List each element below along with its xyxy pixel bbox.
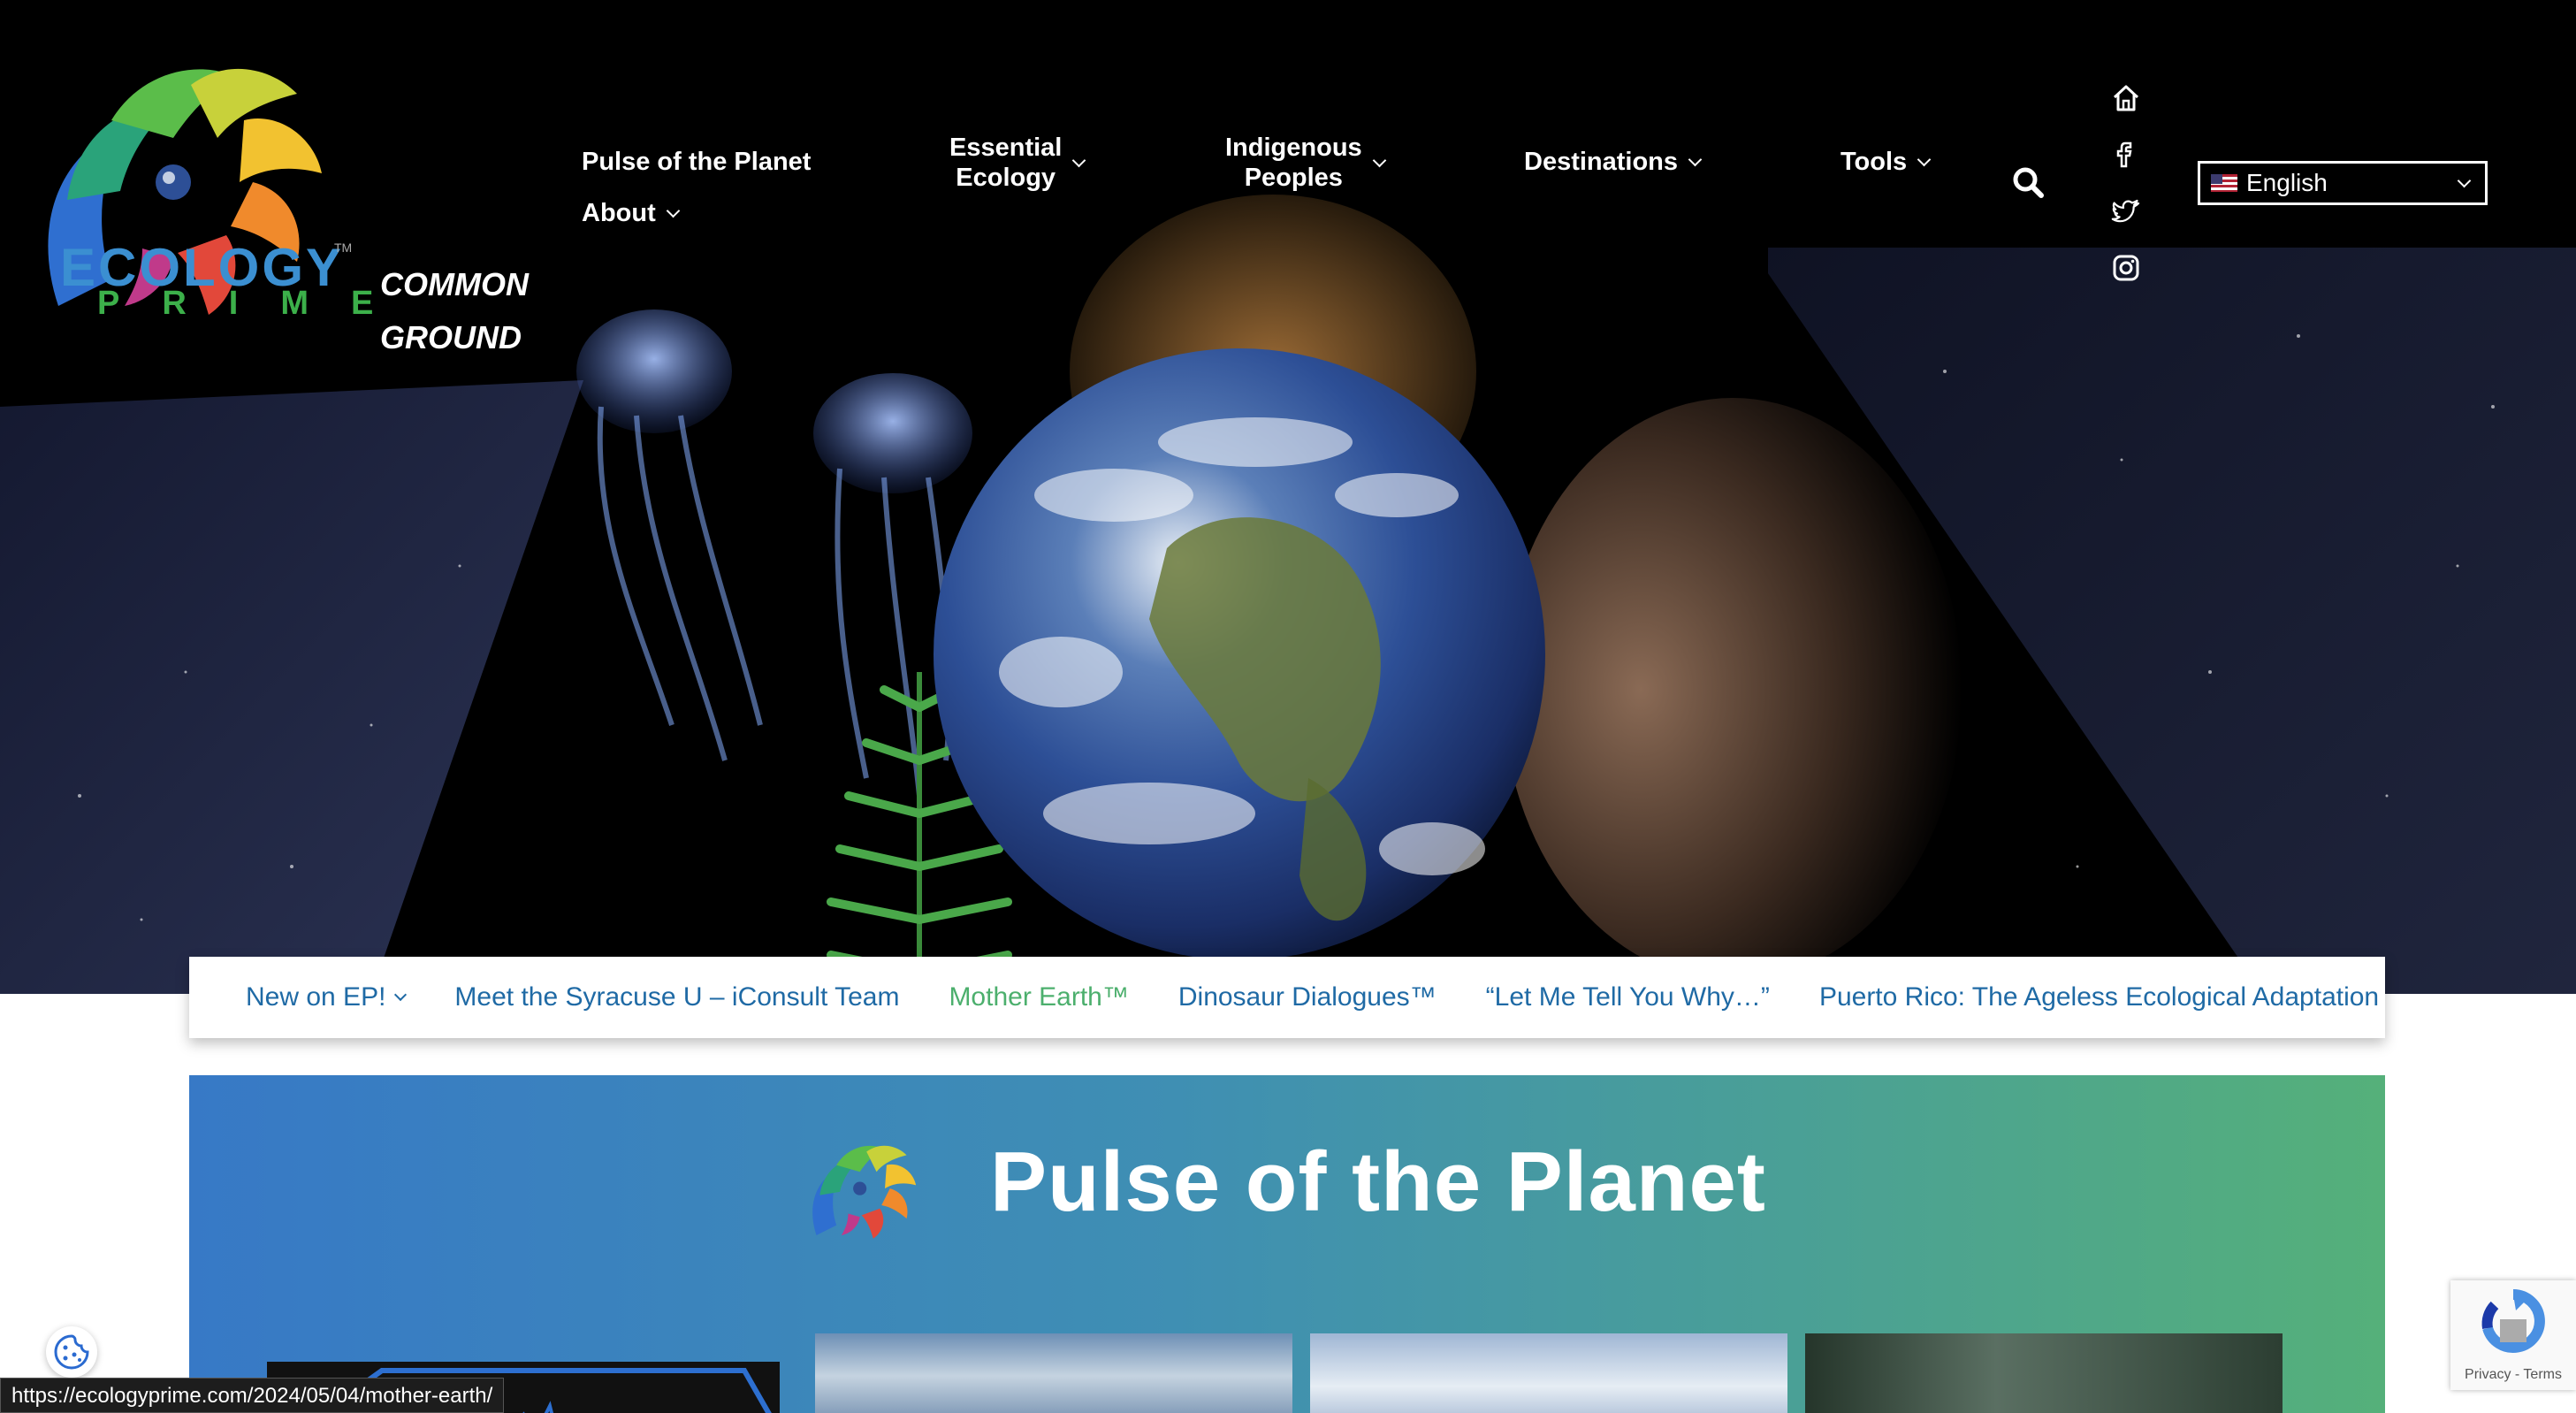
section-title: Pulse of the Planet xyxy=(990,1134,1766,1229)
subnav-label: Mother Earth™ xyxy=(949,982,1129,1012)
chevron-down-icon xyxy=(394,988,408,1002)
trademark-mark: TM xyxy=(334,241,353,255)
subnav-item-syracuse-team[interactable]: Meet the Syracuse U – iConsult Team xyxy=(454,982,899,1012)
us-flag-icon xyxy=(2211,174,2237,192)
chevron-down-icon xyxy=(2457,173,2472,188)
nav-label-line-1: Indigenous xyxy=(1225,134,1362,162)
article-thumbnail-earth[interactable] xyxy=(815,1333,1292,1413)
nav-label: Indigenous Peoples xyxy=(1225,133,1362,193)
chevron-down-icon xyxy=(1372,153,1386,167)
cookie-icon xyxy=(54,1334,89,1370)
twitter-icon[interactable] xyxy=(2111,196,2141,226)
recaptcha-icon xyxy=(2481,1289,2545,1353)
nav-label: Destinations xyxy=(1524,148,1679,176)
subnav-item-mother-earth[interactable]: Mother Earth™ xyxy=(949,982,1128,1012)
cookie-settings-button[interactable] xyxy=(46,1326,97,1378)
tagline-line-1: COMMON xyxy=(380,266,529,302)
chevron-down-icon xyxy=(666,203,681,218)
subnav-label: New on EP! xyxy=(246,982,386,1012)
nav-label: Tools xyxy=(1841,148,1908,176)
ecology-prime-logo-small xyxy=(812,1145,917,1239)
recaptcha-badge[interactable]: Privacy - Terms xyxy=(2450,1280,2576,1390)
nav-tools[interactable]: Tools xyxy=(1841,147,1932,177)
subnav-item-dinosaur-dialogues[interactable]: Dinosaur Dialogues™ xyxy=(1178,982,1437,1012)
chevron-down-icon xyxy=(1917,152,1932,166)
tagline-line-2: GROUND xyxy=(380,319,522,355)
nav-essential-ecology[interactable]: Essential Ecology xyxy=(949,133,1086,193)
chevron-down-icon xyxy=(1688,152,1703,166)
language-selected-label: English xyxy=(2246,169,2328,196)
subnav-item-let-me-tell-you-why[interactable]: “Let Me Tell You Why…” xyxy=(1486,982,1770,1012)
subnav-label: Dinosaur Dialogues™ xyxy=(1177,982,1437,1012)
nav-label-line-2: Ecology xyxy=(956,164,1056,192)
subnav-label: Meet the Syracuse U – iConsult Team xyxy=(454,982,900,1012)
search-icon[interactable] xyxy=(2012,166,2044,198)
status-bar-url: https://ecologyprime.com/2024/05/04/moth… xyxy=(0,1378,505,1413)
nav-pulse-of-the-planet[interactable]: Pulse of the Planet xyxy=(582,147,811,177)
facebook-icon[interactable] xyxy=(2111,140,2141,170)
hero-header: ECOLOGY PRIME TM COMMON GROUND Pulse of … xyxy=(0,0,2576,994)
logo-wordmark-prime: PRIME xyxy=(97,285,416,322)
article-thumbnail-clouds[interactable] xyxy=(1310,1333,1787,1413)
subnav-item-new-on-ep[interactable]: New on EP! xyxy=(246,982,408,1012)
home-icon[interactable] xyxy=(2111,83,2141,113)
subnav-label: Puerto Rico: The Ageless Ecological Adap… xyxy=(1818,982,2380,1012)
page: ECOLOGY PRIME TM COMMON GROUND Pulse of … xyxy=(0,0,2576,1413)
nav-destinations[interactable]: Destinations xyxy=(1524,147,1703,177)
nav-label-line-1: Essential xyxy=(949,134,1063,162)
pulse-of-the-planet-section: Pulse of the Planet xyxy=(189,1075,2385,1413)
subnav-item-puerto-rico[interactable]: Puerto Rico: The Ageless Ecological Adap… xyxy=(1819,982,2379,1012)
instagram-icon[interactable] xyxy=(2111,253,2141,283)
recaptcha-links[interactable]: Privacy - Terms xyxy=(2450,1367,2576,1383)
subnav-label: “Let Me Tell You Why…” xyxy=(1485,982,1770,1012)
nav-label: Essential Ecology xyxy=(949,133,1062,193)
tagline: COMMON GROUND xyxy=(380,258,529,364)
article-thumbnail-forest[interactable] xyxy=(1805,1333,2283,1413)
language-select[interactable]: English xyxy=(2198,161,2488,205)
chevron-down-icon xyxy=(1072,153,1086,167)
nav-indigenous-peoples[interactable]: Indigenous Peoples xyxy=(1225,133,1386,193)
nav-about[interactable]: About xyxy=(582,198,681,228)
nav-label: About xyxy=(582,199,656,227)
secondary-nav-bar: New on EP! Meet the Syracuse U – iConsul… xyxy=(189,957,2385,1038)
nav-label: Pulse of the Planet xyxy=(582,148,812,176)
nav-label-line-2: Peoples xyxy=(1244,164,1343,192)
